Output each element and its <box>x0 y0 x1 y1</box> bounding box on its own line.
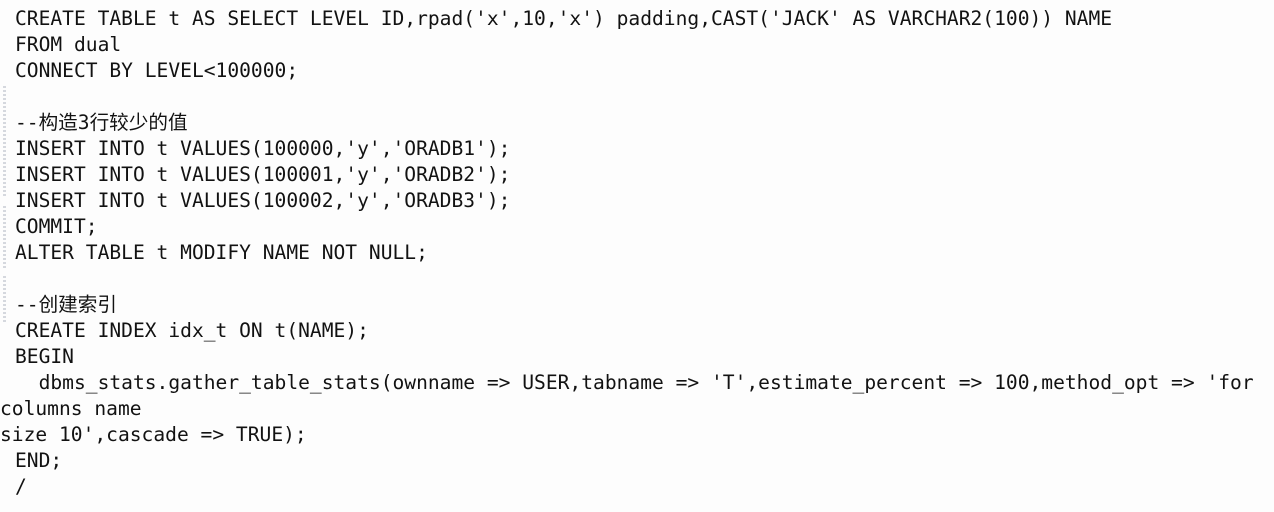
code-line-wrapped: columns name <box>0 397 142 420</box>
code-line-wrapped: size 10',cascade => TRUE); <box>0 423 307 446</box>
code-line: CREATE INDEX idx_t ON t(NAME); <box>15 319 369 342</box>
code-line: COMMIT; <box>15 215 98 238</box>
code-line: END; <box>15 449 63 472</box>
code-line: BEGIN <box>15 345 74 368</box>
code-line: / <box>15 475 27 498</box>
code-line: CREATE TABLE t AS SELECT LEVEL ID,rpad('… <box>15 7 1113 30</box>
code-line: FROM dual <box>15 33 122 56</box>
code-comment-line: --创建索引 <box>15 293 117 316</box>
code-line: INSERT INTO t VALUES(100000,'y','ORADB1'… <box>15 137 511 160</box>
code-line: INSERT INTO t VALUES(100001,'y','ORADB2'… <box>15 163 511 186</box>
code-line: dbms_stats.gather_table_stats(ownname =>… <box>15 371 1254 394</box>
sql-code-block[interactable]: CREATE TABLE t AS SELECT LEVEL ID,rpad('… <box>0 0 1274 512</box>
code-comment-line: --构造3行较少的值 <box>15 111 188 134</box>
code-line: INSERT INTO t VALUES(100002,'y','ORADB3'… <box>15 189 511 212</box>
code-line: CONNECT BY LEVEL<100000; <box>15 59 299 82</box>
code-line: ALTER TABLE t MODIFY NAME NOT NULL; <box>15 241 428 264</box>
